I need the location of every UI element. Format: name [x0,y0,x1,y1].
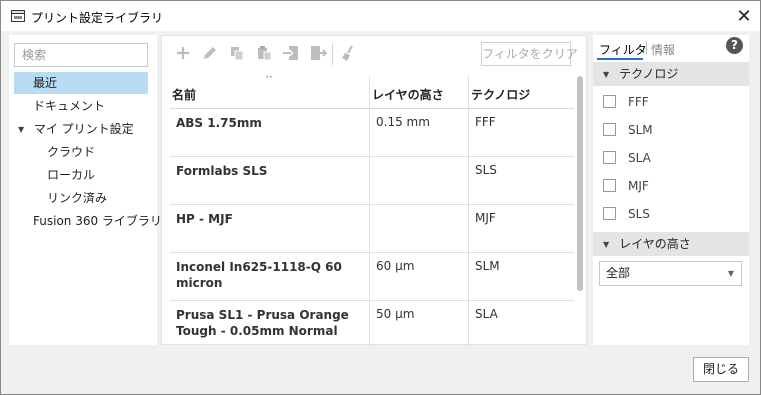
cell-technology: MJF [475,211,496,225]
cell-name: Prusa SL1 - Prusa Orange Tough - 0.05mm … [176,308,349,338]
checkbox[interactable] [603,207,616,220]
cell-technology: SLS [475,163,497,177]
table-header: ^ 名前 レイヤの高さ テクノロジ [170,76,574,109]
checkbox[interactable] [603,179,616,192]
table-row[interactable]: Formlabs SLS SLS [170,157,574,205]
table-row[interactable]: Prusa SL1 - Prusa Orange Tough - 0.05mm … [170,301,574,346]
table-row[interactable]: ABS 1.75mm 0.15 mm FFF [170,109,574,157]
title-bar: プリント設定ライブラリ ✕ [1,1,760,31]
sidebar-item-documents[interactable]: ドキュメント [14,95,148,117]
section-title: テクノロジ [619,67,679,81]
active-tab-indicator [597,58,643,60]
filter-panel: フィルタ 情報 ? ▼ テクノロジ FFF SLM SLA MJF SLS ▼ … [593,35,749,345]
cell-technology: SLA [475,307,498,321]
checkbox[interactable] [603,151,616,164]
tab-filter[interactable]: フィルタ [599,41,647,58]
sidebar-item-linked[interactable]: リンク済み [14,187,148,209]
sidebar-item-label: ローカル [47,168,96,182]
toolbar-separator [332,43,333,65]
cell-name: ABS 1.75mm [176,116,262,130]
cell-name: HP - MJF [176,212,233,226]
import-icon[interactable] [282,44,300,62]
sidebar-item-label: 最近 [33,76,58,90]
sidebar-item-label: マイ プリント設定 [33,122,134,136]
paste-icon[interactable] [255,44,273,62]
table-scrollbar[interactable] [577,76,583,291]
sidebar-item-label: クラウド [47,145,96,159]
technology-section-header[interactable]: ▼ テクノロジ [593,62,749,86]
column-header-name[interactable]: 名前 [172,86,196,103]
checkbox-label: SLS [628,207,650,221]
expand-arrow-icon[interactable]: ▼ [18,119,30,141]
plus-icon[interactable] [174,44,192,62]
print-settings-table: ^ 名前 レイヤの高さ テクノロジ ABS 1.75mm 0.15 mm FFF… [170,76,574,346]
sidebar-item-fusion360-library[interactable]: Fusion 360 ライブラリ [14,210,162,232]
checkbox[interactable] [603,123,616,136]
layer-height-select[interactable]: 全部 ▼ [599,261,742,286]
window-title: プリント設定ライブラリ [31,11,164,25]
column-header-layer-height[interactable]: レイヤの高さ [372,86,444,103]
table-row[interactable]: Inconel In625-1118-Q 60 micron 60 µm SLM [170,253,574,301]
collapse-arrow-icon: ▼ [603,240,610,249]
checkbox-label: FFF [628,95,649,109]
checkbox-label: SLM [628,123,653,137]
cell-name: Inconel In625-1118-Q 60 micron [176,260,342,290]
tab-info[interactable]: 情報 [651,41,675,58]
cell-layer-height: 50 µm [376,307,415,321]
section-title: レイヤの高さ [619,237,691,251]
sidebar-item-my-print-settings[interactable]: ▼ マイ プリント設定 [14,118,148,140]
close-icon[interactable]: ✕ [728,2,760,30]
search-input[interactable]: 検索 [14,43,148,67]
checkbox[interactable] [603,95,616,108]
cell-layer-height: 0.15 mm [376,115,430,129]
print-settings-list-panel: フィルタをクリア ^ 名前 レイヤの高さ テクノロジ ABS 1.75mm 0.… [161,35,587,346]
sidebar-item-label: Fusion 360 ライブラリ [33,214,162,228]
cell-name: Formlabs SLS [176,164,268,178]
clear-filter-button[interactable]: フィルタをクリア [481,42,578,66]
sidebar-item-cloud[interactable]: クラウド [14,141,148,163]
column-header-technology[interactable]: テクノロジ [471,86,530,103]
library-icon [11,10,25,22]
cell-layer-height: 60 µm [376,259,415,273]
tab-separator [646,42,647,54]
checkbox-label: SLA [628,151,651,165]
export-icon[interactable] [309,44,327,62]
cell-technology: FFF [475,115,496,129]
sidebar-item-label: ドキュメント [33,99,106,113]
print-settings-library-dialog: プリント設定ライブラリ ✕ 検索 最近 ドキュメント ▼ マイ プリント設定 ク… [0,0,761,395]
table-row[interactable]: HP - MJF MJF [170,205,574,253]
close-button[interactable]: 閉じる [693,357,749,382]
sidebar-item-label: リンク済み [47,191,108,205]
select-value: 全部 [606,266,631,280]
broom-icon[interactable] [339,44,357,62]
layer-height-section-header[interactable]: ▼ レイヤの高さ [593,232,749,256]
checkbox-label: MJF [628,179,649,193]
filter-tabs: フィルタ 情報 ? [593,35,749,61]
copy-icon[interactable] [228,44,246,62]
sidebar: 検索 最近 ドキュメント ▼ マイ プリント設定 クラウド ローカル リンク済み… [9,35,162,345]
collapse-arrow-icon: ▼ [603,70,610,79]
chevron-down-icon: ▼ [727,269,734,278]
cell-technology: SLM [475,259,500,273]
pencil-icon[interactable] [201,44,219,62]
sort-ascending-icon: ^ [265,76,274,85]
sidebar-item-recent[interactable]: 最近 [14,72,148,94]
help-icon[interactable]: ? [726,37,743,54]
sidebar-item-local[interactable]: ローカル [14,164,148,186]
